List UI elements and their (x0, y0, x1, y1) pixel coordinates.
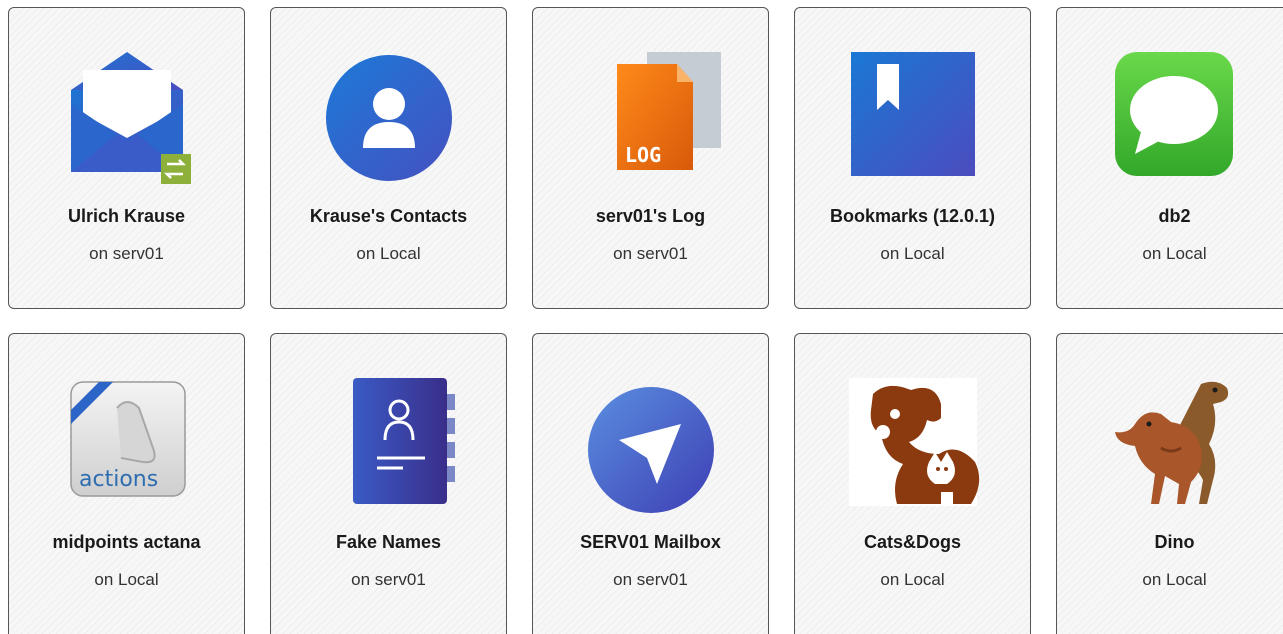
log-file-icon: LOG (581, 48, 721, 188)
tile-title: Ulrich Krause (67, 206, 186, 226)
tile-server: on Local (94, 570, 159, 589)
actions-scroll-icon: actions (57, 374, 197, 514)
tile-ulrich-krause[interactable]: Ulrich Krause on serv01 (8, 7, 245, 309)
bookmark-book-icon (843, 48, 983, 188)
contact-person-icon (319, 48, 459, 188)
tile-title: serv01's Log (595, 206, 706, 226)
tile-fake-names[interactable]: Fake Names on serv01 (270, 333, 507, 634)
tile-db2[interactable]: db2 on Local (1056, 7, 1283, 309)
tile-server: on Local (880, 570, 945, 589)
tile-server: on serv01 (613, 244, 688, 263)
tile-server: on serv01 (89, 244, 164, 263)
tile-title: Fake Names (335, 532, 442, 552)
tile-server: on Local (1142, 244, 1207, 263)
database-tile-grid: Ulrich Krause on serv01 Krause's Contact… (0, 0, 1283, 634)
actions-label: actions (79, 467, 158, 492)
tile-serv01-mailbox[interactable]: SERV01 Mailbox on serv01 (532, 333, 769, 634)
log-label: LOG (625, 143, 661, 167)
tile-title: Dino (1154, 532, 1195, 552)
tile-midpoints-actana[interactable]: actions midpoints actana on Local (8, 333, 245, 634)
send-paper-plane-icon (581, 374, 721, 514)
mail-sync-icon (57, 48, 197, 188)
tile-title: Bookmarks (12.0.1) (829, 206, 996, 226)
tile-server: on Local (356, 244, 421, 263)
tile-title: Krause's Contacts (309, 206, 468, 226)
tile-server: on serv01 (613, 570, 688, 589)
dinosaur-icon (1105, 374, 1245, 514)
cat-dog-icon (843, 374, 983, 514)
chat-bubble-icon (1105, 48, 1245, 188)
tile-dino[interactable]: Dino on Local (1056, 333, 1283, 634)
tile-server: on Local (880, 244, 945, 263)
tile-serv01-log[interactable]: LOG serv01's Log on serv01 (532, 7, 769, 309)
tile-krauses-contacts[interactable]: Krause's Contacts on Local (270, 7, 507, 309)
address-book-icon (319, 374, 459, 514)
tile-title: db2 (1158, 206, 1191, 226)
tile-server: on serv01 (351, 570, 426, 589)
tile-title: Cats&Dogs (863, 532, 961, 552)
tile-server: on Local (1142, 570, 1207, 589)
tile-title: SERV01 Mailbox (580, 532, 721, 552)
tile-cats-and-dogs[interactable]: Cats&Dogs on Local (794, 333, 1031, 634)
tile-bookmarks[interactable]: Bookmarks (12.0.1) on Local (794, 7, 1031, 309)
tile-title: midpoints actana (52, 532, 201, 552)
